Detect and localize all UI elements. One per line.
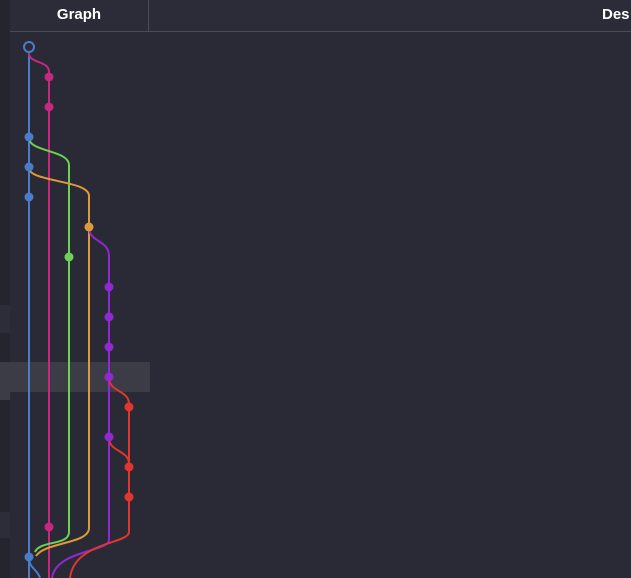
commit-node <box>84 222 94 232</box>
head-commit-node <box>23 41 35 53</box>
commit-node <box>44 72 54 82</box>
commit-node <box>24 552 34 562</box>
commit-node <box>104 282 114 292</box>
commit-graph <box>23 41 134 578</box>
commit-node <box>104 432 114 442</box>
commit-node <box>24 192 34 202</box>
commit-node <box>124 492 134 502</box>
commit-node <box>24 162 34 172</box>
commit-node <box>104 312 114 322</box>
branch-line-red-link <box>108 437 130 465</box>
commit-node <box>44 522 54 532</box>
branch-line-magenta <box>28 52 50 578</box>
commit-node <box>64 252 74 262</box>
branch-line-purple <box>51 227 110 578</box>
commit-node <box>104 372 114 382</box>
commit-node <box>44 102 54 112</box>
commit-node <box>104 342 114 352</box>
commit-node <box>124 462 134 472</box>
commit-node <box>124 402 134 412</box>
branch-line-orange <box>28 167 90 557</box>
git-graph-panel: Graph Des <box>0 0 631 578</box>
commit-node <box>24 132 34 142</box>
